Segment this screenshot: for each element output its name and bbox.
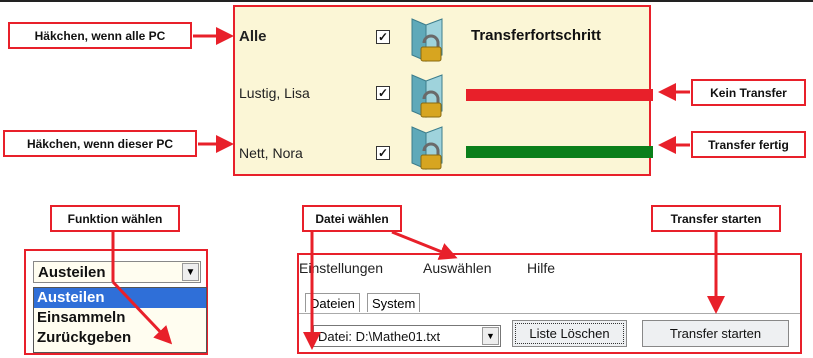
callout-arrows <box>111 27 725 350</box>
arrow-file-2 <box>391 230 458 260</box>
arrow-function-2 <box>111 280 173 345</box>
